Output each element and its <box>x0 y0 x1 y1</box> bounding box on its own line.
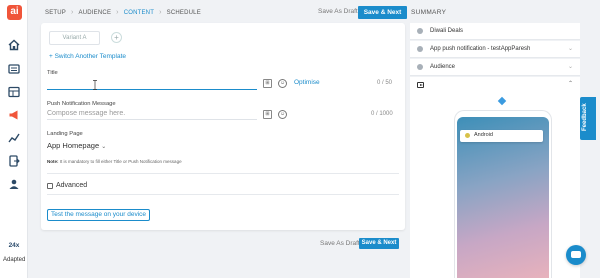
android-icon <box>465 133 470 138</box>
mandatory-note: Note: It is mandatory to fill either Tit… <box>47 159 182 164</box>
emoji-icon[interactable]: ☺ <box>278 110 287 119</box>
test-message-button[interactable]: Test the message on your device <box>47 209 150 221</box>
save-draft-button-bottom[interactable]: Save As Draft <box>320 240 360 247</box>
feedback-tab[interactable]: Feedback <box>580 97 596 140</box>
status-dot-icon <box>417 64 423 70</box>
dashboard-icon[interactable] <box>8 86 20 98</box>
summary-title: SUMMARY <box>411 9 447 16</box>
step-setup[interactable]: SETUP <box>45 10 66 16</box>
divider <box>47 173 399 174</box>
summary-audience: Audience <box>430 64 456 70</box>
help-label: Adapted <box>3 257 26 263</box>
landing-page-label: Landing Page <box>47 131 83 137</box>
platform-indicator-icon <box>497 96 507 106</box>
help-widget[interactable]: 24x Adapted <box>3 242 25 263</box>
step-audience[interactable]: AUDIENCE <box>79 10 112 16</box>
chevron-down-icon: ⌄ <box>101 144 107 150</box>
chat-icon[interactable] <box>566 245 586 265</box>
landing-page-value: App Homepage <box>47 141 100 150</box>
chevron-up-icon[interactable]: ⌃ <box>568 80 573 87</box>
message-input[interactable]: Compose message here. <box>47 110 257 120</box>
variant-tab[interactable]: Variant A <box>49 31 100 45</box>
summary-row-campaign[interactable]: Diwali Deals <box>410 23 580 40</box>
campaign-list-icon[interactable] <box>8 63 20 75</box>
phone-screen: Android <box>457 117 549 278</box>
preview-panel: ⌃ Android <box>410 77 580 278</box>
message-label: Push Notification Message <box>47 101 116 107</box>
chevron-down-icon: ⌄ <box>567 64 573 70</box>
switch-template-link[interactable]: + Switch Another Template <box>49 53 126 60</box>
add-variant-icon[interactable]: + <box>111 32 122 43</box>
title-input[interactable] <box>47 80 257 90</box>
text-cursor-icon <box>93 80 97 90</box>
phone-mockup: Android <box>454 110 552 278</box>
help-badge: 24x <box>8 242 20 249</box>
title-label: Title <box>47 70 58 76</box>
note-prefix: Note: <box>47 159 59 164</box>
analytics-icon[interactable] <box>8 132 20 144</box>
home-icon[interactable] <box>8 39 20 51</box>
summary-channel-name: App push notification - testAppParesh <box>430 46 531 52</box>
chevron-right-icon: › <box>116 9 119 16</box>
chevron-right-icon: › <box>159 9 162 16</box>
step-breadcrumb: SETUP › AUDIENCE › CONTENT › SCHEDULE <box>45 9 206 16</box>
feedback-label: Feedback <box>582 103 588 131</box>
preview-play-icon[interactable] <box>417 82 424 88</box>
summary-campaign-name: Diwali Deals <box>430 28 464 34</box>
left-sidebar: ai 24x Adapted <box>0 0 28 278</box>
optimise-link[interactable]: Optimise <box>294 79 320 86</box>
save-next-button[interactable]: Save & Next <box>358 6 407 19</box>
personalize-icon[interactable]: ⊞ <box>263 110 272 119</box>
personalize-icon[interactable]: ⊞ <box>263 79 272 88</box>
step-schedule[interactable]: SCHEDULE <box>167 10 201 16</box>
status-dot-icon <box>417 46 423 52</box>
message-counter: 0 / 1000 <box>371 111 393 117</box>
megaphone-icon[interactable] <box>8 109 20 121</box>
divider <box>47 194 399 195</box>
save-next-button-bottom[interactable]: Save & Next <box>359 238 399 249</box>
summary-row-channel[interactable]: App push notification - testAppParesh ⌄ <box>410 41 580 58</box>
notification-preview: Android <box>460 130 543 142</box>
save-draft-button[interactable]: Save As Draft <box>318 8 358 15</box>
title-counter: 0 / 50 <box>377 80 393 86</box>
summary-row-audience[interactable]: Audience ⌄ <box>410 59 580 76</box>
users-icon[interactable] <box>8 178 20 190</box>
note-text: It is mandatory to fill either Title or … <box>59 159 182 164</box>
export-icon[interactable] <box>8 155 20 167</box>
app-logo[interactable]: ai <box>7 5 22 20</box>
advanced-checkbox[interactable] <box>47 183 53 189</box>
chevron-down-icon: ⌄ <box>567 46 573 52</box>
content-card: Variant A + + Switch Another Template Ti… <box>41 23 405 230</box>
notification-platform: Android <box>474 132 493 138</box>
emoji-icon[interactable]: ☺ <box>278 79 287 88</box>
chevron-right-icon: › <box>71 9 74 16</box>
status-dot-icon <box>417 28 423 34</box>
advanced-label: Advanced <box>56 182 88 189</box>
step-content[interactable]: CONTENT <box>124 10 154 16</box>
landing-page-select[interactable]: App Homepage ⌄ <box>47 141 106 150</box>
